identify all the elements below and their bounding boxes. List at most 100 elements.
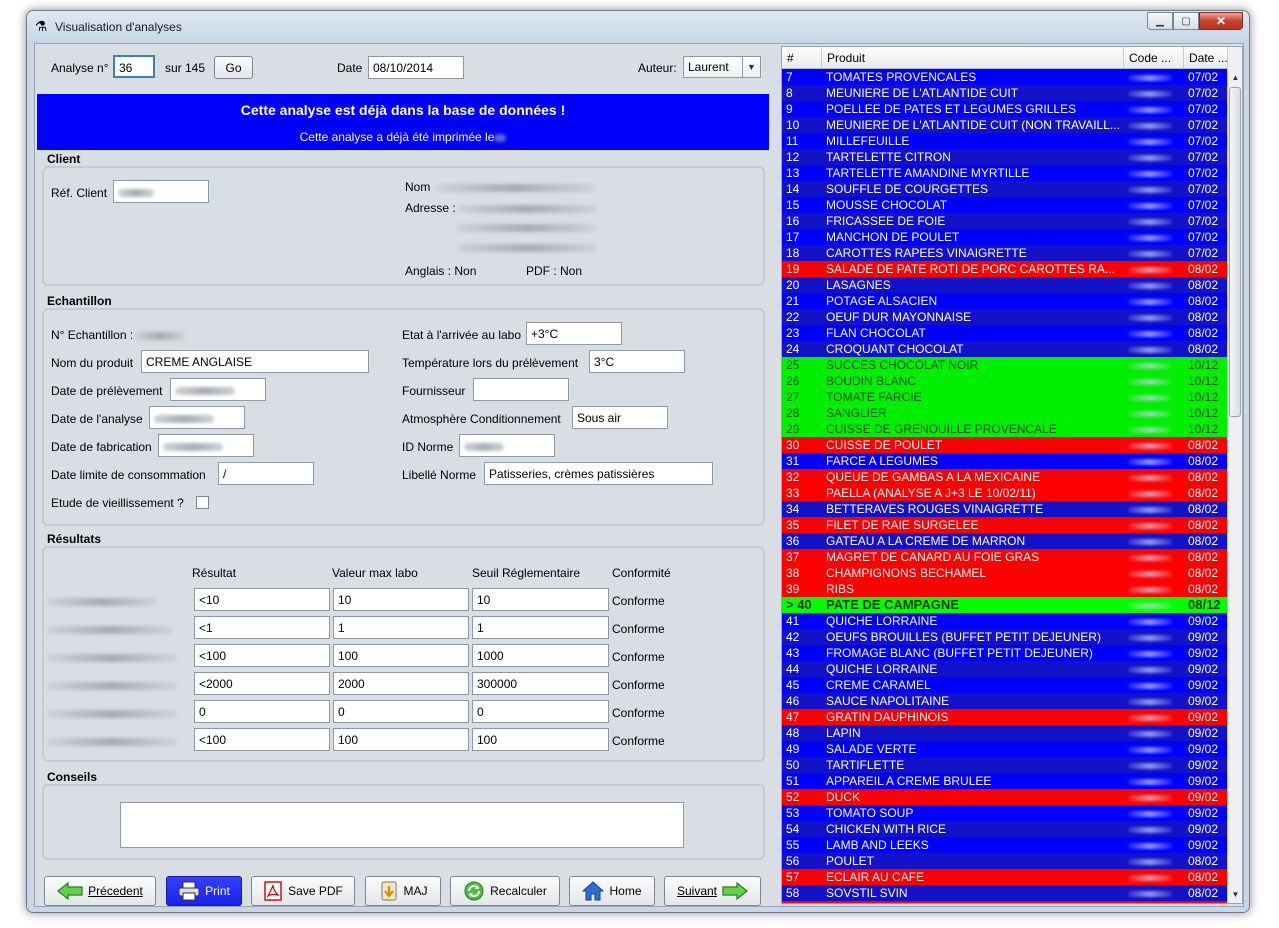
- column-header-produit[interactable]: Produit: [822, 47, 1124, 69]
- table-row[interactable]: 54 CHICKEN WITH RICE 09/02: [782, 821, 1228, 837]
- scroll-up-icon[interactable]: ▲: [1228, 70, 1242, 86]
- table-row[interactable]: 26 BOUDIN BLANC 10/12: [782, 373, 1228, 389]
- table-row[interactable]: 49 SALADE VERTE 09/02: [782, 741, 1228, 757]
- table-row[interactable]: 46 SAUCE NAPOLITAINE 09/02: [782, 693, 1228, 709]
- table-row[interactable]: 45 CREME CARAMEL 09/02: [782, 677, 1228, 693]
- table-row[interactable]: 58 SOVSTIL SVIN 08/02: [782, 885, 1228, 901]
- resultat-field[interactable]: 0: [194, 700, 330, 723]
- seuil-field[interactable]: 10: [472, 588, 609, 611]
- table-row[interactable]: > 40 PATE DE CAMPAGNE 08/12: [782, 597, 1228, 613]
- table-row[interactable]: 27 TOMATE FARCIE 10/12: [782, 389, 1228, 405]
- table-row[interactable]: 23 FLAN CHOCOLAT 08/02: [782, 325, 1228, 341]
- table-row[interactable]: 50 TARTIFLETTE 09/02: [782, 757, 1228, 773]
- table-row[interactable]: 42 OEUFS BROUILLES (BUFFET PETIT DEJEUNER…: [782, 629, 1228, 645]
- home-button[interactable]: Home: [569, 876, 655, 906]
- resultat-field[interactable]: <2000: [194, 672, 330, 695]
- seuil-field[interactable]: 100: [472, 728, 609, 751]
- table-row[interactable]: 28 SANGLIER 10/12: [782, 405, 1228, 421]
- table-row[interactable]: 48 LAPIN 09/02: [782, 725, 1228, 741]
- table-row[interactable]: 39 RIBS 08/02: [782, 581, 1228, 597]
- table-row[interactable]: 7 TOMATES PROVENCALES 07/02: [782, 69, 1228, 85]
- table-row[interactable]: 36 GATEAU A LA CREME DE MARRON 08/02: [782, 533, 1228, 549]
- suivant-button[interactable]: Suivant: [664, 876, 761, 906]
- table-row[interactable]: 25 SUCCES CHOCOLAT NOIR 10/12: [782, 357, 1228, 373]
- table-row[interactable]: 32 QUEUE DE GAMBAS A LA MEXICAINE 08/02: [782, 469, 1228, 485]
- table-row[interactable]: 11 MILLEFEUILLE 07/02: [782, 133, 1228, 149]
- table-row[interactable]: 56 POULET 08/02: [782, 853, 1228, 869]
- table-row[interactable]: 22 OEUF DUR MAYONNAISE 08/02: [782, 309, 1228, 325]
- resultat-field[interactable]: <100: [194, 644, 330, 667]
- table-row[interactable]: 57 ECLAIR AU CAFE 08/02: [782, 869, 1228, 885]
- valeur-max-field[interactable]: 0: [333, 700, 469, 723]
- valeur-max-field[interactable]: 100: [333, 644, 469, 667]
- valeur-max-field[interactable]: 2000: [333, 672, 469, 695]
- scroll-down-icon[interactable]: ▼: [1228, 887, 1242, 903]
- valeur-max-field[interactable]: 1: [333, 616, 469, 639]
- precedent-button[interactable]: Précedent: [44, 876, 156, 906]
- table-row[interactable]: 53 TOMATO SOUP 09/02: [782, 805, 1228, 821]
- table-row[interactable]: 47 GRATIN DAUPHINOIS 09/02: [782, 709, 1228, 725]
- seuil-field[interactable]: 0: [472, 700, 609, 723]
- temperature-field[interactable]: 3°C: [589, 350, 685, 373]
- resultat-field[interactable]: <1: [194, 616, 330, 639]
- table-row[interactable]: 52 DUCK 09/02: [782, 789, 1228, 805]
- column-header-number[interactable]: #: [782, 47, 822, 69]
- table-row[interactable]: 8 MEUNIERE DE L'ATLANTIDE CUIT 07/02: [782, 85, 1228, 101]
- seuil-field[interactable]: 1000: [472, 644, 609, 667]
- libelle-norme-field[interactable]: Patisseries, crèmes patissières: [484, 462, 713, 485]
- table-row[interactable]: 44 QUICHE LORRAINE 09/02: [782, 661, 1228, 677]
- date-fabrication-field[interactable]: [158, 434, 254, 457]
- column-header-code[interactable]: Code ...: [1124, 47, 1184, 69]
- date-prelevement-field[interactable]: [170, 378, 266, 401]
- scroll-thumb[interactable]: [1229, 87, 1241, 417]
- table-row[interactable]: 21 POTAGE ALSACIEN 08/02: [782, 293, 1228, 309]
- dlc-field[interactable]: /: [218, 462, 314, 485]
- table-row[interactable]: 55 LAMB AND LEEKS 09/02: [782, 837, 1228, 853]
- fournisseur-field[interactable]: [473, 378, 569, 401]
- vieillissement-checkbox[interactable]: [196, 496, 209, 509]
- table-row[interactable]: 12 TARTELETTE CITRON 07/02: [782, 149, 1228, 165]
- table-row[interactable]: 14 SOUFFLE DE COURGETTES 07/02: [782, 181, 1228, 197]
- table-row[interactable]: 19 SALADE DE PATE ROTI DE PORC CAROTTES R…: [782, 261, 1228, 277]
- table-row[interactable]: 33 PAELLA (ANALYSE A J+3 LE 10/02/11) 08/0…: [782, 485, 1228, 501]
- table-row[interactable]: 16 FRICASSEE DE FOIE 07/02: [782, 213, 1228, 229]
- save-pdf-button[interactable]: Save PDF: [251, 876, 355, 906]
- valeur-max-field[interactable]: 100: [333, 728, 469, 751]
- table-row[interactable]: 31 FARCE A LEGUMES 08/02: [782, 453, 1228, 469]
- analyse-number-input[interactable]: 36: [113, 55, 155, 78]
- table-row[interactable]: 30 CUISSE DE POULET 08/02: [782, 437, 1228, 453]
- table-row[interactable]: 51 APPAREIL A CREME BRULEE 09/02: [782, 773, 1228, 789]
- maximize-button[interactable]: ▢: [1173, 12, 1199, 30]
- table-row[interactable]: 10 MEUNIERE DE L'ATLANTIDE CUIT (NON TRAV…: [782, 117, 1228, 133]
- seuil-field[interactable]: 1: [472, 616, 609, 639]
- ref-client-field[interactable]: [113, 180, 209, 203]
- nom-produit-field[interactable]: CREME ANGLAISE: [141, 350, 369, 373]
- table-row[interactable]: 24 CROQUANT CHOCOLAT 08/02: [782, 341, 1228, 357]
- atmosphere-field[interactable]: Sous air: [572, 406, 668, 429]
- minimize-button[interactable]: ▁: [1147, 12, 1173, 30]
- print-button[interactable]: Print: [166, 876, 242, 906]
- date-analyse-field[interactable]: [149, 406, 245, 429]
- table-row[interactable]: 38 CHAMPIGNONS BECHAMEL 08/02: [782, 565, 1228, 581]
- table-row[interactable]: 17 MANCHON DE POULET 07/02: [782, 229, 1228, 245]
- table-row[interactable]: 43 FROMAGE BLANC (BUFFET PETIT DEJEUNER) 0…: [782, 645, 1228, 661]
- close-button[interactable]: ✕: [1199, 12, 1243, 30]
- etat-field[interactable]: +3°C: [526, 322, 622, 345]
- resultat-field[interactable]: <10: [194, 588, 330, 611]
- seuil-field[interactable]: 300000: [472, 672, 609, 695]
- table-row[interactable]: 35 FILET DE RAIE SURGELEE 08/02: [782, 517, 1228, 533]
- table-row[interactable]: 41 QUICHE LORRAINE 09/02: [782, 613, 1228, 629]
- table-row[interactable]: 13 TARTELETTE AMANDINE MYRTILLE 07/02: [782, 165, 1228, 181]
- maj-button[interactable]: MAJ: [365, 876, 441, 906]
- id-norme-field[interactable]: [459, 434, 555, 457]
- go-button[interactable]: Go: [214, 56, 253, 79]
- recalculer-button[interactable]: Recalculer: [450, 876, 560, 906]
- table-row[interactable]: 34 BETTERAVES ROUGES VINAIGRETTE 08/02: [782, 501, 1228, 517]
- table-row[interactable]: 15 MOUSSE CHOCOLAT 07/02: [782, 197, 1228, 213]
- column-header-date[interactable]: Date ...: [1184, 47, 1228, 69]
- conseils-textarea[interactable]: [120, 802, 684, 848]
- table-row[interactable]: 9 POELLEE DE PATES ET LEGUMES GRILLES 07/0…: [782, 101, 1228, 117]
- table-row[interactable]: 37 MAGRET DE CANARD AU FOIE GRAS 08/02: [782, 549, 1228, 565]
- table-row[interactable]: 20 LASAGNES 08/02: [782, 277, 1228, 293]
- table-row[interactable]: 59JAMBON CUIT (BUFFET) 09/02: [782, 901, 1228, 903]
